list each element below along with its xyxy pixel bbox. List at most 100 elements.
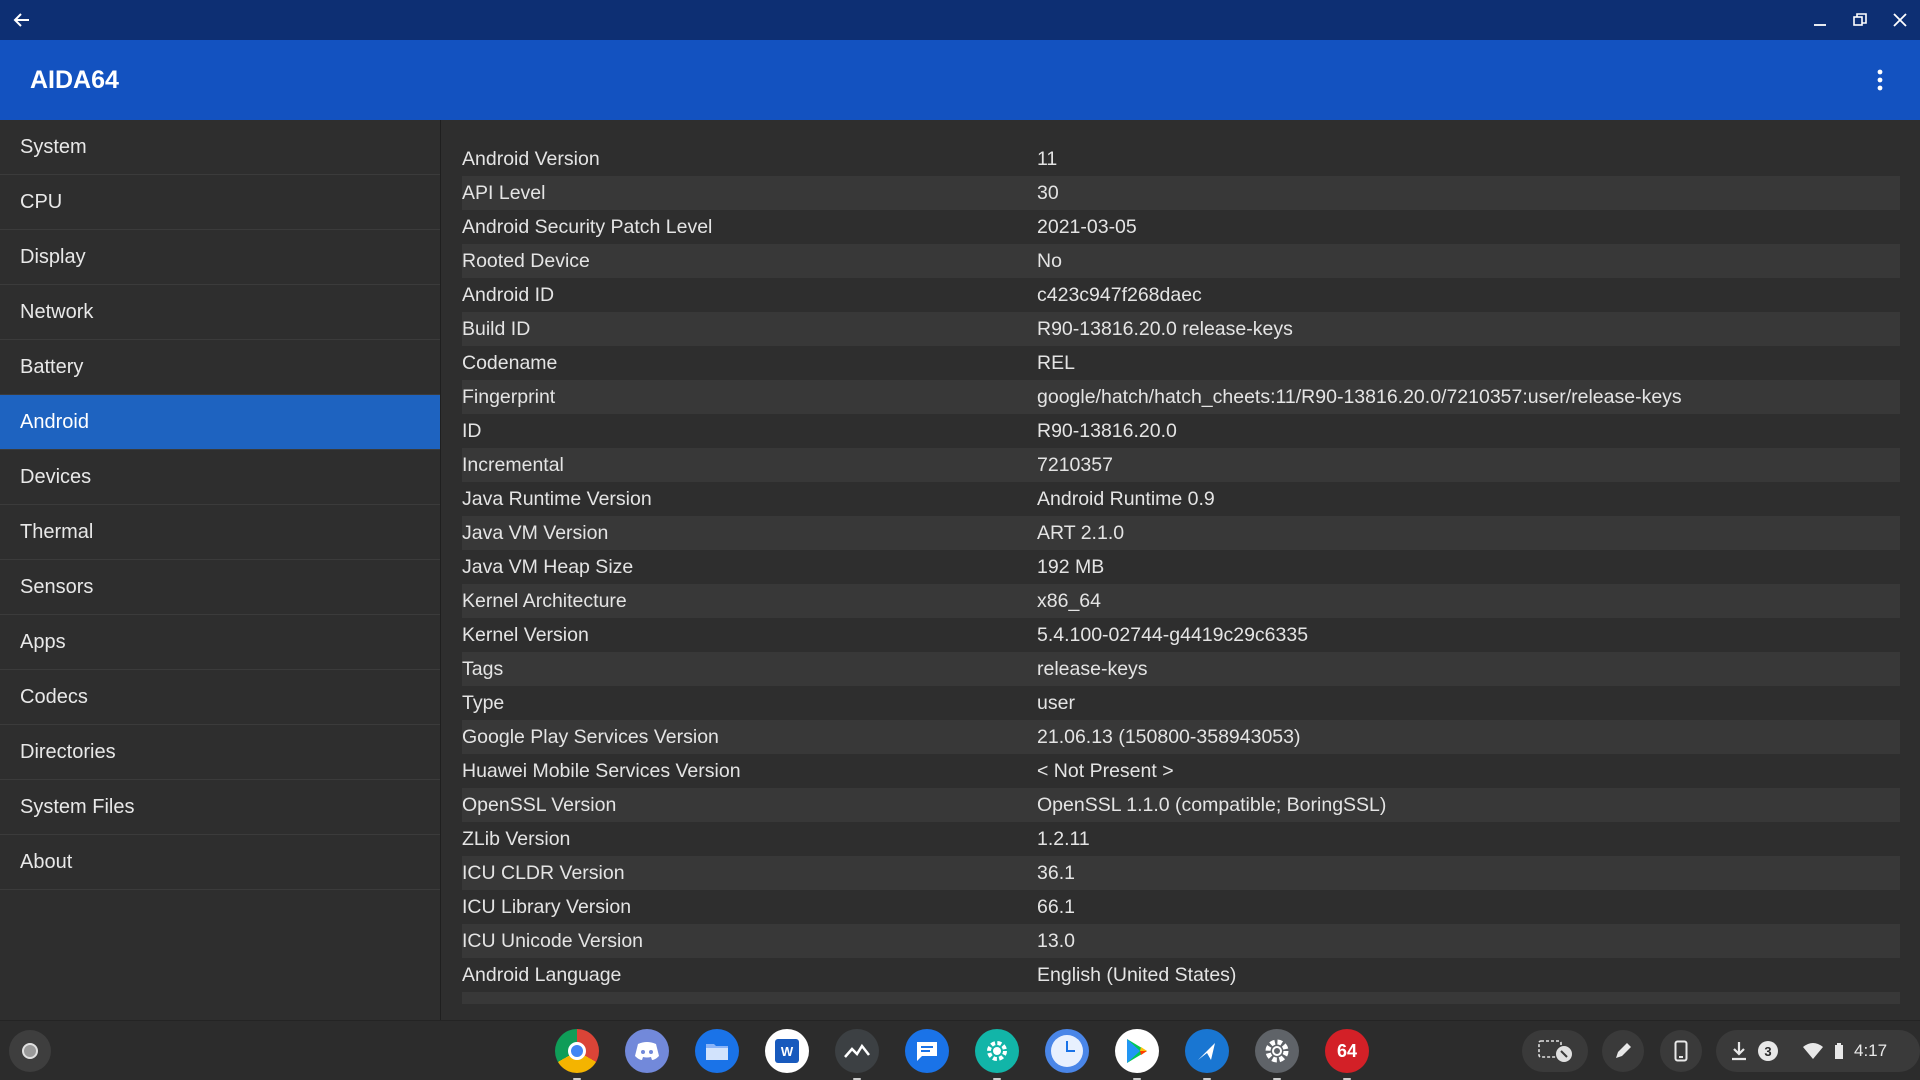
detail-row: Incremental 7210357 bbox=[462, 448, 1900, 482]
detail-key: ID bbox=[462, 419, 482, 442]
detail-row: Kernel Architecture x86_64 bbox=[462, 584, 1900, 618]
sidebar-item-codecs[interactable]: Codecs bbox=[0, 670, 440, 725]
detail-value: 7210357 bbox=[1037, 453, 1113, 476]
detail-key: Java Runtime Version bbox=[462, 487, 652, 510]
settings-icon[interactable] bbox=[1255, 1029, 1299, 1080]
detail-row: ICU Library Version 66.1 bbox=[462, 890, 1900, 924]
sidebar-item-system-files[interactable]: System Files bbox=[0, 780, 440, 835]
detail-value: c423c947f268daec bbox=[1037, 283, 1202, 306]
detail-value: 1.2.11 bbox=[1037, 827, 1090, 850]
detail-row: Tags release-keys bbox=[462, 652, 1900, 686]
detail-value: x86_64 bbox=[1037, 589, 1101, 612]
pen-icon[interactable] bbox=[1602, 1030, 1644, 1072]
android-settings-icon[interactable] bbox=[975, 1029, 1019, 1080]
detail-key: Google Play Services Version bbox=[462, 725, 719, 748]
sidebar-item-battery[interactable]: Battery bbox=[0, 340, 440, 395]
detail-value: google/hatch/hatch_cheets:11/R90-13816.2… bbox=[1037, 385, 1682, 408]
play-store-icon[interactable] bbox=[1115, 1029, 1159, 1080]
stylus-tools-tray[interactable] bbox=[1522, 1030, 1588, 1072]
shelf-apps: W 64 bbox=[555, 1029, 1369, 1080]
detail-value: 192 MB bbox=[1037, 555, 1105, 578]
detail-row: Build ID R90-13816.20.0 release-keys bbox=[462, 312, 1900, 346]
detail-row: Java Runtime Version Android Runtime 0.9 bbox=[462, 482, 1900, 516]
detail-value: user bbox=[1037, 691, 1075, 714]
details-panel[interactable]: Android Version 11 API Level 30 Android Se… bbox=[442, 120, 1920, 1020]
discord-icon[interactable] bbox=[625, 1029, 669, 1073]
detail-row: Rooted Device No bbox=[462, 244, 1900, 278]
files-icon[interactable] bbox=[695, 1029, 739, 1073]
maps-icon[interactable] bbox=[1185, 1029, 1229, 1080]
clock-time: 4:17 bbox=[1854, 1041, 1888, 1060]
detail-row: OpenSSL Version OpenSSL 1.1.0 (compatible… bbox=[462, 788, 1900, 822]
detail-value: 21.06.13 (150800-358943053) bbox=[1037, 725, 1301, 748]
detail-key: Rooted Device bbox=[462, 249, 590, 272]
phone-hub-icon[interactable] bbox=[1660, 1030, 1702, 1072]
launcher-icon[interactable] bbox=[9, 1030, 51, 1072]
chrome-icon[interactable] bbox=[555, 1029, 599, 1080]
sidebar-item-directories[interactable]: Directories bbox=[0, 725, 440, 780]
detail-key: ICU CLDR Version bbox=[462, 861, 625, 884]
aida64-icon[interactable]: 64 bbox=[1325, 1029, 1369, 1080]
sidebar-item-thermal[interactable]: Thermal bbox=[0, 505, 440, 560]
sidebar-item-apps[interactable]: Apps bbox=[0, 615, 440, 670]
detail-key: Incremental bbox=[462, 453, 564, 476]
sidebar-item-network[interactable]: Network bbox=[0, 285, 440, 340]
detail-row: Android ID c423c947f268daec bbox=[462, 278, 1900, 312]
sidebar-item-android[interactable]: Android bbox=[0, 395, 440, 450]
sidebar-item-sensors[interactable]: Sensors bbox=[0, 560, 440, 615]
detail-row: API Level 30 bbox=[462, 176, 1900, 210]
detail-key: Android Language bbox=[462, 963, 622, 986]
aida64-icon-label: 64 bbox=[1336, 1040, 1358, 1061]
detail-value: Android Runtime 0.9 bbox=[1037, 487, 1215, 510]
sidebar-item-cpu[interactable]: CPU bbox=[0, 175, 440, 230]
detail-value: 30 bbox=[1037, 181, 1059, 204]
detail-row: Java VM Heap Size 192 MB bbox=[462, 550, 1900, 584]
restore-icon[interactable] bbox=[1840, 0, 1880, 40]
sidebar-item-devices[interactable]: Devices bbox=[0, 450, 440, 505]
detail-key: Type bbox=[462, 691, 505, 714]
notification-count-badge: 3 bbox=[1758, 1041, 1778, 1061]
detail-key: Java VM Version bbox=[462, 521, 609, 544]
detail-row: Fingerprint google/hatch/hatch_cheets:11/… bbox=[462, 380, 1900, 414]
close-icon[interactable] bbox=[1880, 0, 1920, 40]
stocks-icon[interactable] bbox=[835, 1029, 879, 1080]
details-list: Android Version 11 API Level 30 Android Se… bbox=[462, 142, 1900, 1004]
detail-key: Huawei Mobile Services Version bbox=[462, 759, 741, 782]
detail-row: Kernel Version 5.4.100-02744-g4419c29c633… bbox=[462, 618, 1900, 652]
wifi-icon bbox=[1803, 1043, 1823, 1059]
detail-row: Android Version 11 bbox=[462, 142, 1900, 176]
minimize-icon[interactable] bbox=[1800, 0, 1840, 40]
detail-row: ID R90-13816.20.0 bbox=[462, 414, 1900, 448]
sidebar-nav: System CPU Display Network Battery Andro… bbox=[0, 120, 441, 1020]
detail-row: Type user bbox=[462, 686, 1900, 720]
detail-row: Codename REL bbox=[462, 346, 1900, 380]
back-arrow-icon[interactable] bbox=[2, 0, 42, 40]
shelf: W 64 3 4:17 bbox=[0, 1020, 1920, 1080]
detail-value: release-keys bbox=[1037, 657, 1148, 680]
detail-key: ZLib Version bbox=[462, 827, 571, 850]
detail-value: R90-13816.20.0 release-keys bbox=[1037, 317, 1293, 340]
detail-key: ICU Unicode Version bbox=[462, 929, 644, 952]
sidebar-item-display[interactable]: Display bbox=[0, 230, 440, 285]
detail-row: Huawei Mobile Services Version < Not Pres… bbox=[462, 754, 1900, 788]
detail-value: R90-13816.20.0 bbox=[1037, 419, 1177, 442]
download-icon bbox=[1732, 1042, 1746, 1061]
detail-key: Android ID bbox=[462, 283, 555, 306]
sidebar-item-system[interactable]: System bbox=[0, 120, 440, 175]
detail-value: 5.4.100-02744-g4419c29c6335 bbox=[1037, 623, 1309, 646]
more-vert-icon[interactable] bbox=[1860, 60, 1900, 100]
detail-value: 66.1 bbox=[1037, 895, 1075, 918]
clock-icon[interactable] bbox=[1045, 1029, 1089, 1073]
status-area[interactable]: 3 4:17 bbox=[1716, 1030, 1920, 1072]
app-bar: AIDA64 bbox=[0, 40, 1920, 120]
detail-key: Kernel Version bbox=[462, 623, 589, 646]
sidebar-item-about[interactable]: About bbox=[0, 835, 440, 890]
detail-key: Kernel Architecture bbox=[462, 589, 627, 612]
detail-row: Android Security Patch Level 2021-03-05 bbox=[462, 210, 1900, 244]
word-icon[interactable]: W bbox=[765, 1029, 809, 1073]
detail-value: < Not Present > bbox=[1037, 759, 1174, 782]
messages-icon[interactable] bbox=[905, 1029, 949, 1073]
battery-icon bbox=[1835, 1043, 1843, 1059]
detail-key: Android Security Patch Level bbox=[462, 215, 713, 238]
detail-value: 36.1 bbox=[1037, 861, 1075, 884]
